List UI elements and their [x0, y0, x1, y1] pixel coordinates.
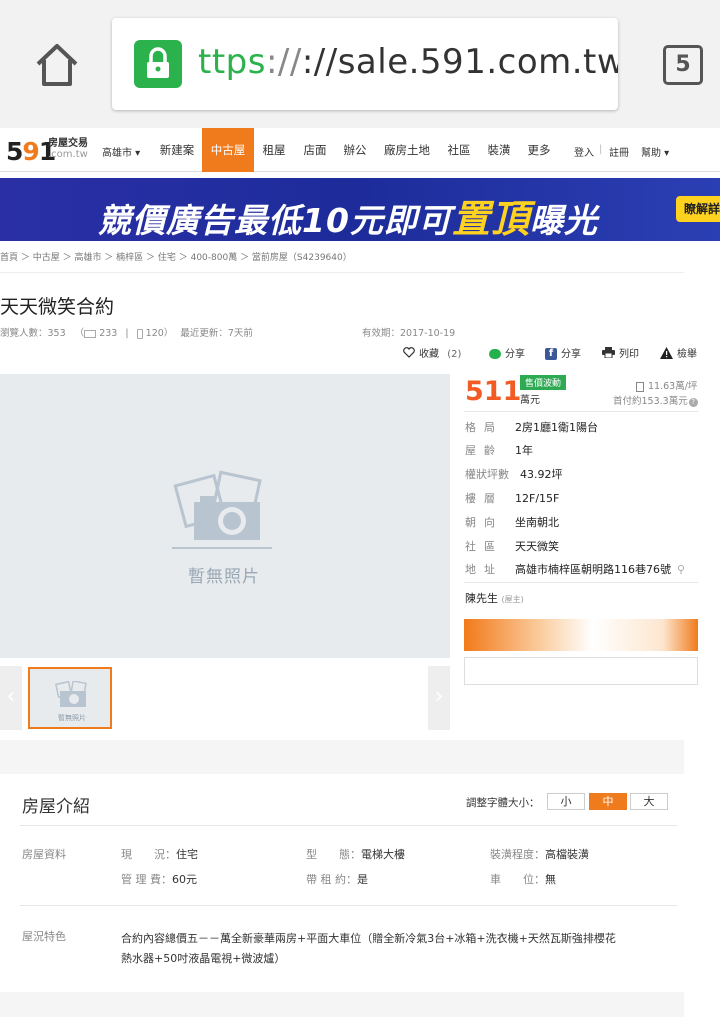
url-host: ://sale.591.com.tw/	[301, 42, 618, 82]
lock-icon	[134, 40, 182, 88]
section-title: 房屋介紹	[22, 797, 90, 817]
facebook-icon: f	[545, 348, 557, 360]
info-community[interactable]: 社區 天天微笑	[465, 538, 559, 554]
detail-decoration: 裝潢程度：高檔裝潢	[490, 848, 589, 861]
contact-phone-button[interactable]	[464, 619, 698, 651]
calculator-icon	[636, 381, 644, 392]
map-pin-icon[interactable]: ⚲	[677, 563, 685, 576]
share-line-button[interactable]: 分享	[489, 345, 525, 360]
info-age: 屋齡 1年	[465, 444, 533, 457]
city-selector[interactable]: 高雄市 ▾	[102, 144, 140, 159]
url-text: ttps://://sale.591.com.tw/l	[198, 42, 618, 82]
help-menu[interactable]: 幫助 ▾	[641, 144, 669, 159]
nav-shop[interactable]: 店面	[298, 128, 332, 172]
font-large-button[interactable]: 大	[630, 793, 668, 810]
login-separator: |	[599, 144, 603, 155]
info-floor: 樓層 12F/15F	[465, 492, 560, 505]
divider	[464, 582, 698, 583]
report-button[interactable]: 檢舉	[660, 345, 697, 362]
pc-icon	[84, 329, 97, 338]
share-facebook-button[interactable]: f 分享	[545, 345, 581, 360]
printer-icon	[602, 347, 615, 361]
nav-decoration[interactable]: 裝潢	[482, 128, 516, 172]
mobile-icon	[136, 328, 143, 339]
price-change-badge[interactable]: 售價波動	[520, 375, 567, 390]
info-address[interactable]: 地址 高雄市楠梓區朝明路116巷76號 ⚲	[465, 561, 685, 577]
nav-new-build[interactable]: 新建案	[152, 128, 202, 172]
warning-icon	[660, 346, 673, 362]
view-stats: 瀏覽人數：353 （ 233 | 120） 最近更新：7天前	[0, 328, 253, 339]
owner-name: 陳先生 (屋主)	[465, 592, 524, 605]
feature-text: 合約內容總價五－－萬全新豪華兩房+平面大車位（贈全新冷氣3台+冰箱+洗衣機+天然…	[121, 932, 616, 965]
info-layout: 格局 2房1廳1衛1陽台	[465, 421, 598, 434]
contact-message-button[interactable]	[464, 657, 698, 685]
house-data-label: 房屋資料	[22, 848, 66, 861]
nav-more[interactable]: 更多	[522, 128, 556, 172]
tab-switcher-button[interactable]: 5	[663, 45, 703, 85]
thumbnail-label: 暫無照片	[58, 714, 86, 722]
banner-text: 競價廣告最低10元即可置頂曝光	[98, 197, 598, 241]
breadcrumb[interactable]: 首頁 ＞ 中古屋 ＞ 高雄市 ＞ 楠梓區 ＞ 住宅 ＞ 400-800萬 ＞ 當…	[0, 250, 352, 263]
register-link[interactable]: 註冊	[609, 144, 629, 159]
page-title: 天天微笑合約	[0, 296, 115, 318]
down-payment: 首付約153.3萬元?	[613, 393, 698, 407]
price-unit: 萬元	[520, 395, 540, 406]
main-photo[interactable]: 暫無照片	[0, 374, 450, 658]
prev-photo-button[interactable]: ‹	[0, 666, 22, 730]
next-photo-button[interactable]: ›	[428, 666, 450, 730]
banner-learn-more[interactable]: 瞭解詳	[676, 196, 720, 222]
divider	[0, 272, 684, 273]
unit-price: 11.63萬/坪	[636, 378, 697, 392]
site-nav: 591 房屋交易 .com.tw 高雄市 ▾ 新建案 中古屋 租屋 店面 辦公 廠…	[0, 128, 720, 172]
camera-placeholder-icon	[156, 470, 296, 550]
print-button[interactable]: 列印	[602, 345, 639, 361]
favorite-button[interactable]: 收藏 (2)	[403, 345, 461, 361]
no-photo-label: 暫無照片	[188, 567, 260, 587]
ad-banner[interactable]: 競價廣告最低10元即可置頂曝光 瞭解詳	[0, 178, 720, 241]
line-icon	[489, 349, 501, 359]
nav-used-house[interactable]: 中古屋	[202, 128, 254, 172]
divider	[20, 825, 677, 826]
nav-office[interactable]: 辦公	[338, 128, 372, 172]
valid-date: 有效期：2017-10-19	[362, 328, 456, 339]
divider	[20, 905, 677, 906]
section-spacer	[0, 740, 684, 774]
font-small-button[interactable]: 小	[547, 793, 585, 810]
detail-management-fee: 管 理 費：60元	[121, 873, 197, 886]
address-bar[interactable]: ttps://://sale.591.com.tw/l	[112, 18, 618, 110]
section-spacer	[0, 992, 684, 1017]
login-link[interactable]: 登入	[574, 144, 594, 159]
info-orientation: 朝向 坐南朝北	[465, 516, 559, 529]
thumbnail-camera-icon	[54, 681, 87, 707]
feature-label: 屋況特色	[22, 930, 66, 943]
detail-parking: 車 位：無	[490, 873, 556, 886]
home-icon[interactable]	[34, 42, 80, 88]
nav-factory-land[interactable]: 廠房土地	[380, 128, 434, 172]
font-size-label: 調整字體大小：	[466, 797, 540, 809]
info-area: 權狀坪數 43.92坪	[465, 468, 563, 481]
browser-toolbar: ttps://://sale.591.com.tw/l 5	[0, 0, 720, 128]
font-medium-button[interactable]: 中	[589, 793, 627, 810]
detail-status: 現 況：住宅	[121, 848, 198, 861]
heart-icon	[403, 347, 415, 361]
detail-type: 型 態：電梯大樓	[306, 848, 405, 861]
price-value: 511	[465, 376, 522, 407]
nav-community[interactable]: 社區	[442, 128, 476, 172]
nav-rent[interactable]: 租屋	[258, 128, 290, 172]
help-icon[interactable]: ?	[688, 398, 698, 407]
detail-lease: 帶 租 約：是	[306, 873, 368, 886]
photo-thumbnail[interactable]: 暫無照片	[28, 667, 112, 729]
divider	[464, 411, 698, 412]
logo-subtitle: 房屋交易 .com.tw	[48, 138, 88, 160]
